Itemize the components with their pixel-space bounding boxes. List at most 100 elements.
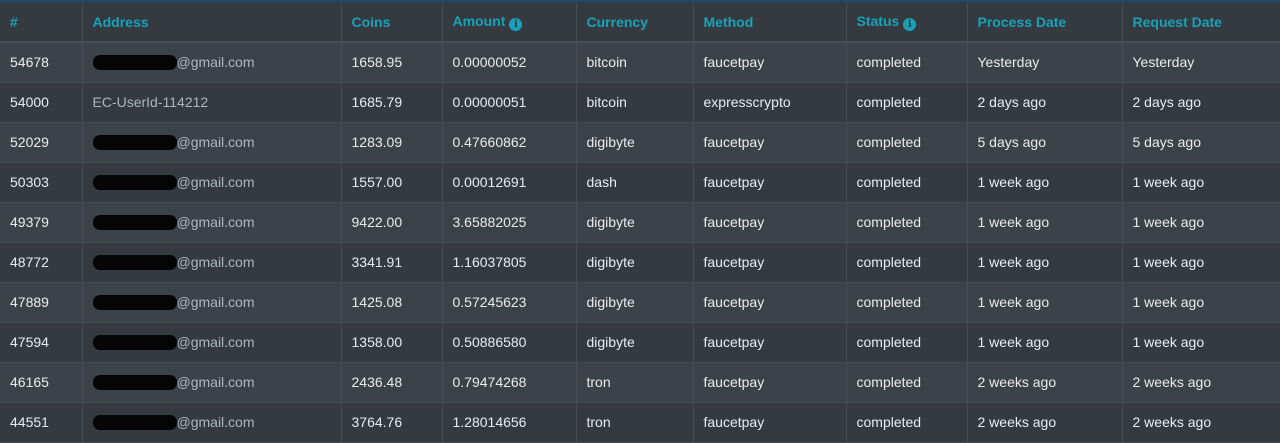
redaction-mark [92, 135, 177, 150]
cell-amount: 1.16037805 [442, 242, 577, 283]
header-address: Address [82, 2, 342, 43]
cell-method: faucetpay [693, 122, 847, 163]
cell-request-date: 5 days ago [1122, 122, 1280, 163]
cell-address: @gmail.com [82, 362, 342, 403]
status-info-icon[interactable]: i [903, 17, 917, 31]
cell-status: completed [846, 282, 968, 323]
cell-amount: 0.00012691 [442, 162, 577, 203]
withdrawals-table: # Address Coins Amount i Currency Method … [0, 2, 1280, 443]
cell-address: @gmail.com [82, 242, 342, 283]
address-text: @gmail.com [176, 54, 255, 71]
redaction-mark [92, 375, 177, 390]
cell-address: EC-UserId-114212 [82, 82, 342, 123]
cell-amount: 0.50886580 [442, 322, 577, 363]
header-amount-label: Amount [452, 12, 506, 29]
header-amount: Amount i [442, 2, 577, 43]
cell-status: completed [846, 202, 968, 243]
cell-address: @gmail.com [82, 122, 342, 163]
cell-currency: digibyte [576, 282, 694, 323]
table-row: 50303 @gmail.com 1557.00 0.00012691 dash fauc… [0, 162, 1280, 203]
table-row: 48772 @gmail.com 3341.91 1.16037805 digibyte… [0, 242, 1280, 283]
cell-status: completed [846, 82, 968, 123]
cell-amount: 1.28014656 [442, 402, 577, 443]
cell-id: 54000 [0, 82, 83, 123]
address-text: @gmail.com [176, 374, 255, 390]
header-status-label: Status [856, 12, 900, 29]
address-text: @gmail.com [176, 214, 255, 230]
cell-request-date: 1 week ago [1122, 322, 1280, 363]
cell-process-date: 2 days ago [967, 82, 1123, 123]
table-row: 54000 EC-UserId-114212 1685.79 0.00000051 bi… [0, 82, 1280, 123]
cell-id: 54678 [0, 42, 83, 83]
address-text: @gmail.com [176, 414, 255, 430]
cell-id: 50303 [0, 162, 83, 203]
cell-currency: bitcoin [576, 82, 694, 123]
cell-coins: 1425.08 [341, 282, 443, 323]
cell-currency: tron [576, 402, 694, 443]
cell-id: 44551 [0, 402, 83, 443]
cell-currency: digibyte [576, 122, 694, 163]
cell-currency: bitcoin [576, 42, 694, 83]
cell-address: @gmail.com [82, 202, 342, 243]
cell-coins: 1685.79 [341, 82, 443, 123]
table-row: 54678 @gmail.com 1658.95 0.00000052 bitcoin f… [0, 42, 1280, 83]
cell-status: completed [846, 322, 968, 363]
cell-currency: digibyte [576, 322, 694, 363]
cell-request-date: 2 weeks ago [1122, 362, 1280, 403]
cell-coins: 2436.48 [341, 362, 443, 403]
cell-currency: digibyte [576, 242, 694, 283]
cell-address: @gmail.com [82, 322, 342, 363]
cell-process-date: 1 week ago [967, 202, 1123, 243]
cell-method: faucetpay [693, 162, 847, 203]
withdrawals-page: # Address Coins Amount i Currency Method … [0, 0, 1280, 443]
cell-request-date: 1 week ago [1122, 282, 1280, 323]
cell-currency: digibyte [576, 202, 694, 243]
address-text: @gmail.com [176, 334, 255, 350]
cell-request-date: 1 week ago [1122, 242, 1280, 283]
cell-address: @gmail.com [82, 282, 342, 323]
cell-id: 49379 [0, 202, 83, 243]
header-status: Status i [846, 2, 968, 43]
table-body: 54678 @gmail.com 1658.95 0.00000052 bitcoin f… [0, 42, 1280, 443]
address-text: EC-UserId-114212 [92, 94, 209, 110]
cell-amount: 0.57245623 [442, 282, 577, 323]
cell-address: @gmail.com [82, 42, 342, 83]
cell-method: faucetpay [693, 322, 847, 363]
cell-amount: 0.00000052 [442, 42, 577, 83]
cell-coins: 9422.00 [341, 202, 443, 243]
cell-method: expresscrypto [693, 82, 847, 123]
header-method: Method [693, 2, 847, 43]
cell-id: 47889 [0, 282, 83, 323]
cell-status: completed [846, 242, 968, 283]
cell-request-date: 2 days ago [1122, 82, 1280, 123]
redaction-mark [92, 255, 177, 270]
header-process-date: Process Date [967, 2, 1123, 43]
cell-process-date: 1 week ago [967, 242, 1123, 283]
cell-process-date: 1 week ago [967, 322, 1123, 363]
cell-status: completed [846, 362, 968, 403]
table-row: 47889 @gmail.com 1425.08 0.57245623 digibyte… [0, 282, 1280, 323]
cell-id: 46165 [0, 362, 83, 403]
cell-process-date: Yesterday [967, 42, 1123, 83]
cell-amount: 0.79474268 [442, 362, 577, 403]
header-request-date: Request Date [1122, 2, 1280, 43]
amount-info-icon[interactable]: i [509, 17, 523, 31]
cell-currency: dash [576, 162, 694, 203]
cell-method: faucetpay [693, 202, 847, 243]
cell-status: completed [846, 122, 968, 163]
redaction-mark [92, 215, 177, 230]
cell-method: faucetpay [693, 282, 847, 323]
table-row: 49379 @gmail.com 9422.00 3.65882025 digibyte… [0, 202, 1280, 243]
table-row: 46165 @gmail.com 2436.48 0.79474268 tron fauc… [0, 362, 1280, 403]
cell-id: 52029 [0, 122, 83, 163]
cell-method: faucetpay [693, 362, 847, 403]
cell-coins: 1557.00 [341, 162, 443, 203]
cell-amount: 0.47660862 [442, 122, 577, 163]
cell-process-date: 2 weeks ago [967, 362, 1123, 403]
cell-address: @gmail.com [82, 162, 342, 203]
cell-process-date: 1 week ago [967, 162, 1123, 203]
cell-coins: 1658.95 [341, 42, 443, 83]
cell-status: completed [846, 42, 968, 83]
cell-coins: 3764.76 [341, 402, 443, 443]
table-row: 47594 @gmail.com 1358.00 0.50886580 digibyte… [0, 322, 1280, 363]
